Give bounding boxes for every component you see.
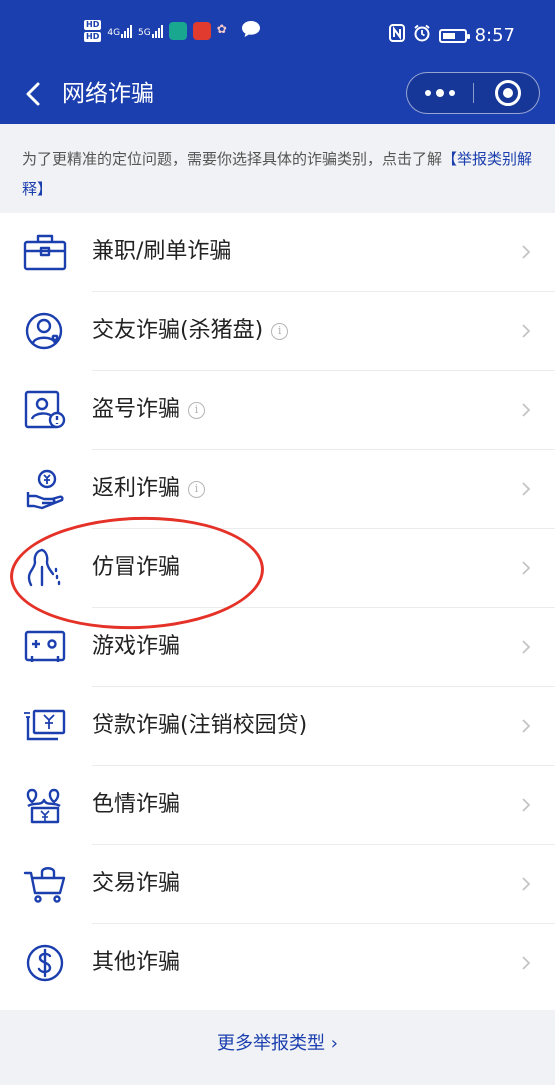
category-item[interactable]: 仿冒诈骗 (0, 529, 555, 608)
money-hand-icon (26, 469, 64, 510)
category-label: 贷款诈骗(注销校园贷) (92, 709, 307, 743)
nav-bar: 网络诈骗 (0, 64, 555, 124)
notice-banner: 为了更精准的定位问题，需要你选择具体的诈骗类别，点击了解【举报类别解释】 (0, 124, 555, 212)
nfc-icon (388, 24, 405, 47)
impersonation-icon (27, 548, 61, 587)
app-notification-icon (168, 22, 187, 40)
category-label-text: 其他诈骗 (92, 950, 181, 975)
signal-1: 4G (107, 24, 133, 38)
signal-bars-icon (151, 24, 163, 38)
category-label: 其他诈骗 (92, 946, 180, 980)
signal-bars-icon (121, 24, 133, 38)
game-icon (24, 630, 66, 662)
chevron-left-icon[interactable] (22, 80, 46, 108)
category-item[interactable]: 返利诈骗 i (0, 450, 555, 529)
category-list: 兼职/刷单诈骗 交友诈骗(杀猪盘) i 盗号诈骗 i 返利诈骗 i 仿冒诈骗 游… (0, 213, 555, 1010)
category-label-text: 兼职/刷单诈骗 (92, 239, 232, 264)
hd-badge: HD (84, 32, 102, 42)
clock-time: 8:57 (474, 25, 515, 46)
category-label: 仿冒诈骗 (92, 551, 180, 585)
chevron-right-icon (522, 403, 531, 417)
category-item[interactable]: 色情诈骗 (0, 766, 555, 845)
info-icon[interactable]: i (271, 323, 289, 340)
chevron-right-icon (522, 956, 531, 970)
category-label: 返利诈骗 i (92, 472, 206, 506)
capsule-divider (473, 83, 474, 103)
account-theft-icon (24, 390, 66, 429)
category-label-text: 盗号诈骗 (92, 397, 181, 422)
info-icon[interactable]: i (188, 402, 206, 419)
status-bar-left: HD HD 4G 5G ✿ (84, 20, 261, 42)
message-bubble-icon (241, 20, 261, 42)
loan-icon (24, 709, 66, 741)
dollar-circle-icon (26, 944, 64, 982)
network-type: 5G (138, 28, 151, 38)
category-label-text: 游戏诈骗 (92, 634, 181, 659)
chevron-right-icon (522, 719, 531, 733)
category-label-text: 贷款诈骗(注销校园贷) (92, 713, 308, 738)
category-label-text: 色情诈骗 (92, 792, 181, 817)
target-close-icon[interactable] (495, 80, 521, 106)
status-bar: HD HD 4G 5G ✿ 8:57 (0, 0, 555, 64)
category-label: 色情诈骗 (92, 788, 180, 822)
app-notification-icon (192, 22, 211, 40)
more-dots-icon[interactable] (407, 73, 473, 112)
category-item[interactable]: 交易诈骗 (0, 845, 555, 924)
signal-2: 5G (138, 24, 163, 38)
category-label: 游戏诈骗 (92, 630, 180, 664)
chevron-right-icon (522, 798, 531, 812)
category-item[interactable]: 贷款诈骗(注销校园贷) (0, 687, 555, 766)
briefcase-icon (23, 234, 67, 271)
category-label-text: 返利诈骗 (92, 476, 181, 501)
more-report-types-link[interactable]: 更多举报类型 › (0, 1030, 555, 1058)
page-title: 网络诈骗 (62, 81, 154, 107)
info-icon[interactable]: i (188, 481, 206, 498)
category-item[interactable]: 盗号诈骗 i (0, 371, 555, 450)
chevron-right-icon (522, 245, 531, 259)
network-type: 4G (107, 28, 121, 38)
category-label: 盗号诈骗 i (92, 393, 206, 427)
hd-badge: HD (84, 20, 102, 30)
hd-badges: HD HD (84, 20, 102, 42)
category-label-text: 交友诈骗(杀猪盘) (92, 318, 264, 343)
chevron-right-icon (522, 324, 531, 338)
category-label: 交易诈骗 (92, 867, 180, 901)
category-label: 兼职/刷单诈骗 (92, 235, 231, 269)
footer: 更多举报类型 › (0, 1010, 555, 1085)
status-bar-right: 8:57 (388, 24, 515, 47)
category-item[interactable]: 兼职/刷单诈骗 (0, 213, 555, 292)
category-item[interactable]: 交友诈骗(杀猪盘) i (0, 292, 555, 371)
mini-program-capsule (406, 72, 540, 114)
category-label-text: 交易诈骗 (92, 871, 181, 896)
chevron-right-icon (522, 877, 531, 891)
notice-text: 为了更精准的定位问题，需要你选择具体的诈骗类别，点击了解 (22, 150, 443, 168)
category-label: 交友诈骗(杀猪盘) i (92, 314, 289, 348)
alarm-clock-icon (413, 24, 431, 47)
chevron-right-icon (522, 640, 531, 654)
adult-content-icon (26, 788, 61, 824)
shopping-cart-icon (23, 867, 66, 903)
category-item[interactable]: 其他诈骗 (0, 924, 555, 1003)
category-label-text: 仿冒诈骗 (92, 555, 181, 580)
chevron-right-icon (522, 482, 531, 496)
user-heart-icon (25, 312, 63, 350)
chevron-right-icon (522, 561, 531, 575)
category-item[interactable]: 游戏诈骗 (0, 608, 555, 687)
battery-icon (438, 28, 470, 43)
app-notification-icon: ✿ (216, 22, 227, 36)
